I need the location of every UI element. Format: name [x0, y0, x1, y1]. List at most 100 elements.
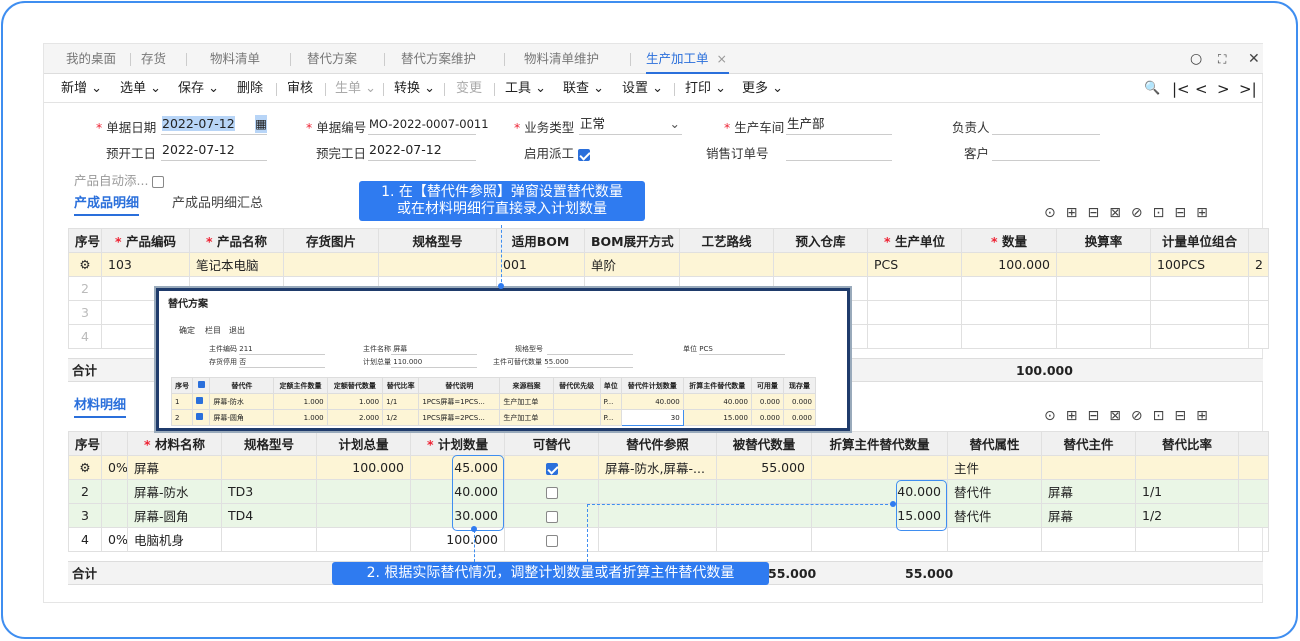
- tab-substitute-maint[interactable]: 替代方案维护: [401, 44, 476, 74]
- col-product-name[interactable]: * 产品名称: [189, 228, 284, 253]
- tab-production-order-label: 生产加工单: [646, 51, 709, 66]
- next-record-icon[interactable]: >: [1217, 75, 1230, 103]
- grid-toolbar-icons[interactable]: ⊙⊞⊟⊠⊘⊡⊟⊞: [1044, 205, 1218, 221]
- sales-order-field[interactable]: [786, 141, 892, 161]
- substitute-checkbox[interactable]: [545, 510, 558, 523]
- new-button[interactable]: 新增 ⌄: [61, 75, 102, 103]
- col-spec[interactable]: 规格型号: [378, 228, 497, 253]
- conv-qty-highlight: [896, 480, 947, 531]
- doc-date-field[interactable]: 2022-07-12 ▦: [161, 115, 267, 135]
- material-table: 序号 * 材料名称 规格型号 计划总量 * 计划数量 可替代 替代件参照 被替代…: [68, 431, 1269, 552]
- plan-qty-highlight: [452, 455, 504, 531]
- last-record-icon[interactable]: >|: [1239, 75, 1257, 103]
- material-table-header: 序号 * 材料名称 规格型号 计划总量 * 计划数量 可替代 替代件参照 被替代…: [68, 431, 1269, 456]
- plan-qty-input[interactable]: 30: [620, 409, 684, 426]
- audit-button[interactable]: 审核: [287, 75, 313, 103]
- tab-product-summary[interactable]: 产成品明细汇总: [172, 194, 263, 216]
- table-row[interactable]: 3 屏幕-圆角 TD4 30.000 15.000 替代件 屏幕 1/2: [68, 503, 1269, 528]
- owner-field[interactable]: [992, 115, 1100, 135]
- save-button[interactable]: 保存 ⌄: [178, 75, 219, 103]
- doc-no-field[interactable]: MO-2022-0007-0011: [368, 115, 489, 135]
- dialog-columns-button[interactable]: 栏目: [205, 325, 221, 336]
- app-window: 我的桌面 存货 物料清单 替代方案 替代方案维护 物料清单维护 生产加工单 × ○…: [43, 43, 1269, 603]
- tab-bar: 我的桌面 存货 物料清单 替代方案 替代方案维护 物料清单维护 生产加工单 × ○…: [44, 44, 1263, 74]
- table-row[interactable]: 4 0% 电脑机身 100.000: [68, 527, 1269, 552]
- substitute-checkbox[interactable]: [545, 486, 558, 499]
- first-record-icon[interactable]: |<: [1172, 75, 1190, 103]
- calendar-icon[interactable]: ▦: [255, 115, 267, 133]
- callout-step-1: 1. 在【替代件参照】弹窗设置替代数量 或在材料明细行直接录入计划数量: [359, 181, 645, 221]
- col-material-name[interactable]: * 材料名称: [127, 431, 222, 456]
- owner-label: 负责人: [952, 120, 990, 135]
- workshop-field[interactable]: 生产部: [786, 115, 892, 135]
- settings-button[interactable]: 设置 ⌄: [622, 75, 663, 103]
- doc-no-label: * 单据编号: [306, 120, 367, 135]
- row-edit-icon[interactable]: ⚙: [68, 252, 102, 277]
- screenshot-frame: 我的桌面 存货 物料清单 替代方案 替代方案维护 物料清单维护 生产加工单 × ○…: [1, 1, 1298, 639]
- change-button[interactable]: 变更: [456, 75, 482, 103]
- col-warehouse[interactable]: 预入仓库: [773, 228, 868, 253]
- dialog-table: 序号 替代件 定额主件数量 定额替代数量 替代比率 替代说明 来源档案 替代优先级 单位替…: [170, 377, 817, 426]
- biz-type-select[interactable]: 正常 ⌄: [579, 115, 682, 135]
- table-row[interactable]: ⚙ 0% 屏幕 100.000 45.000 屏幕-防水,屏幕-... 55.0…: [68, 455, 1269, 480]
- find-icon[interactable]: 🔍: [1144, 75, 1160, 103]
- maximize-icon[interactable]: ⛶: [1218, 44, 1226, 74]
- prev-record-icon[interactable]: <: [1195, 75, 1208, 103]
- col-qty[interactable]: * 数量: [961, 228, 1057, 253]
- sales-order-label: 销售订单号: [706, 146, 769, 161]
- col-bom[interactable]: 适用BOM: [496, 228, 585, 253]
- convert-button[interactable]: 转换 ⌄: [394, 75, 435, 103]
- auto-add-checkbox[interactable]: [152, 175, 165, 188]
- substitute-checkbox[interactable]: [545, 462, 558, 475]
- produce-button[interactable]: 生单 ⌄: [335, 75, 376, 103]
- tab-substitute[interactable]: 替代方案: [307, 44, 357, 74]
- row-checkbox[interactable]: [196, 397, 204, 404]
- row-checkbox[interactable]: [196, 413, 204, 420]
- table-row[interactable]: 2 屏幕-圆角 1.000 2.000 1/2 1PCS屏幕=2PCS... 生产加工单…: [170, 409, 817, 426]
- table-row[interactable]: 2 屏幕-防水 TD3 40.000 40.000 替代件 屏幕 1/1: [68, 479, 1269, 504]
- tools-button[interactable]: 工具 ⌄: [505, 75, 546, 103]
- start-date-field[interactable]: 2022-07-12: [161, 141, 267, 161]
- col-plan-qty[interactable]: * 计划数量: [410, 431, 505, 456]
- dispatch-label: 启用派工: [524, 143, 590, 162]
- table-row[interactable]: 1 屏幕-防水 1.000 1.000 1/1 1PCS屏幕=1PCS... 生产加工单…: [170, 393, 817, 410]
- product-table-header: 序号 * 产品编码 * 产品名称 存货图片 规格型号 适用BOM BOM展开方式…: [68, 228, 1269, 253]
- select-button[interactable]: 选单 ⌄: [120, 75, 161, 103]
- tab-desktop[interactable]: 我的桌面: [66, 44, 116, 74]
- doc-date-label: * 单据日期: [96, 120, 157, 135]
- biz-type-label: * 业务类型: [514, 120, 575, 135]
- toolbar: 新增 ⌄ 选单 ⌄ 保存 ⌄ 删除 审核 生单 ⌄ 转换 ⌄ 变更 工具 ⌄ 联…: [44, 75, 1263, 103]
- col-combo[interactable]: 计量单位组合: [1150, 228, 1249, 253]
- close-window-icon[interactable]: ✕: [1248, 44, 1260, 74]
- delete-button[interactable]: 删除: [237, 75, 263, 103]
- dialog-title: 替代方案: [168, 299, 208, 310]
- more-button[interactable]: 更多 ⌄: [742, 75, 783, 103]
- tab-product-detail[interactable]: 产成品明细: [74, 194, 140, 216]
- search-icon[interactable]: ○: [1190, 44, 1202, 74]
- close-tab-icon[interactable]: ×: [717, 51, 727, 66]
- col-product-code[interactable]: * 产品编码: [101, 228, 190, 253]
- tab-bom[interactable]: 物料清单: [210, 44, 260, 74]
- col-image[interactable]: 存货图片: [283, 228, 379, 253]
- tab-bom-maint[interactable]: 物料清单维护: [524, 44, 599, 74]
- col-expand[interactable]: BOM展开方式: [584, 228, 680, 253]
- tab-material-detail[interactable]: 材料明细: [74, 396, 127, 418]
- query-button[interactable]: 联查 ⌄: [563, 75, 604, 103]
- workshop-label: * 生产车间: [724, 120, 785, 135]
- col-route[interactable]: 工艺路线: [679, 228, 774, 253]
- tab-production-order[interactable]: 生产加工单 ×: [646, 44, 729, 74]
- print-button[interactable]: 打印 ⌄: [685, 75, 726, 103]
- col-unit[interactable]: * 生产单位: [867, 228, 962, 253]
- table-row[interactable]: ⚙ 103 笔记本电脑 001 单阶 PCS 100.000 100PCS 2: [68, 252, 1269, 277]
- dialog-exit-button[interactable]: 退出: [229, 325, 245, 336]
- dispatch-checkbox[interactable]: [578, 148, 590, 161]
- customer-field[interactable]: [992, 141, 1100, 161]
- col-rate[interactable]: 换算率: [1056, 228, 1151, 253]
- callout-step-2: 2. 根据实际替代情况，调整计划数量或者折算主件替代数量: [332, 562, 769, 585]
- material-toolbar-icons[interactable]: ⊙⊞⊟⊠⊘⊡⊟⊞: [1044, 408, 1218, 424]
- tab-inventory[interactable]: 存货: [141, 44, 166, 74]
- finish-date-field[interactable]: 2022-07-12: [368, 141, 476, 161]
- substitute-checkbox[interactable]: [545, 534, 558, 547]
- row-edit-icon[interactable]: ⚙: [68, 455, 102, 480]
- dialog-ok-button[interactable]: 确定: [179, 325, 195, 336]
